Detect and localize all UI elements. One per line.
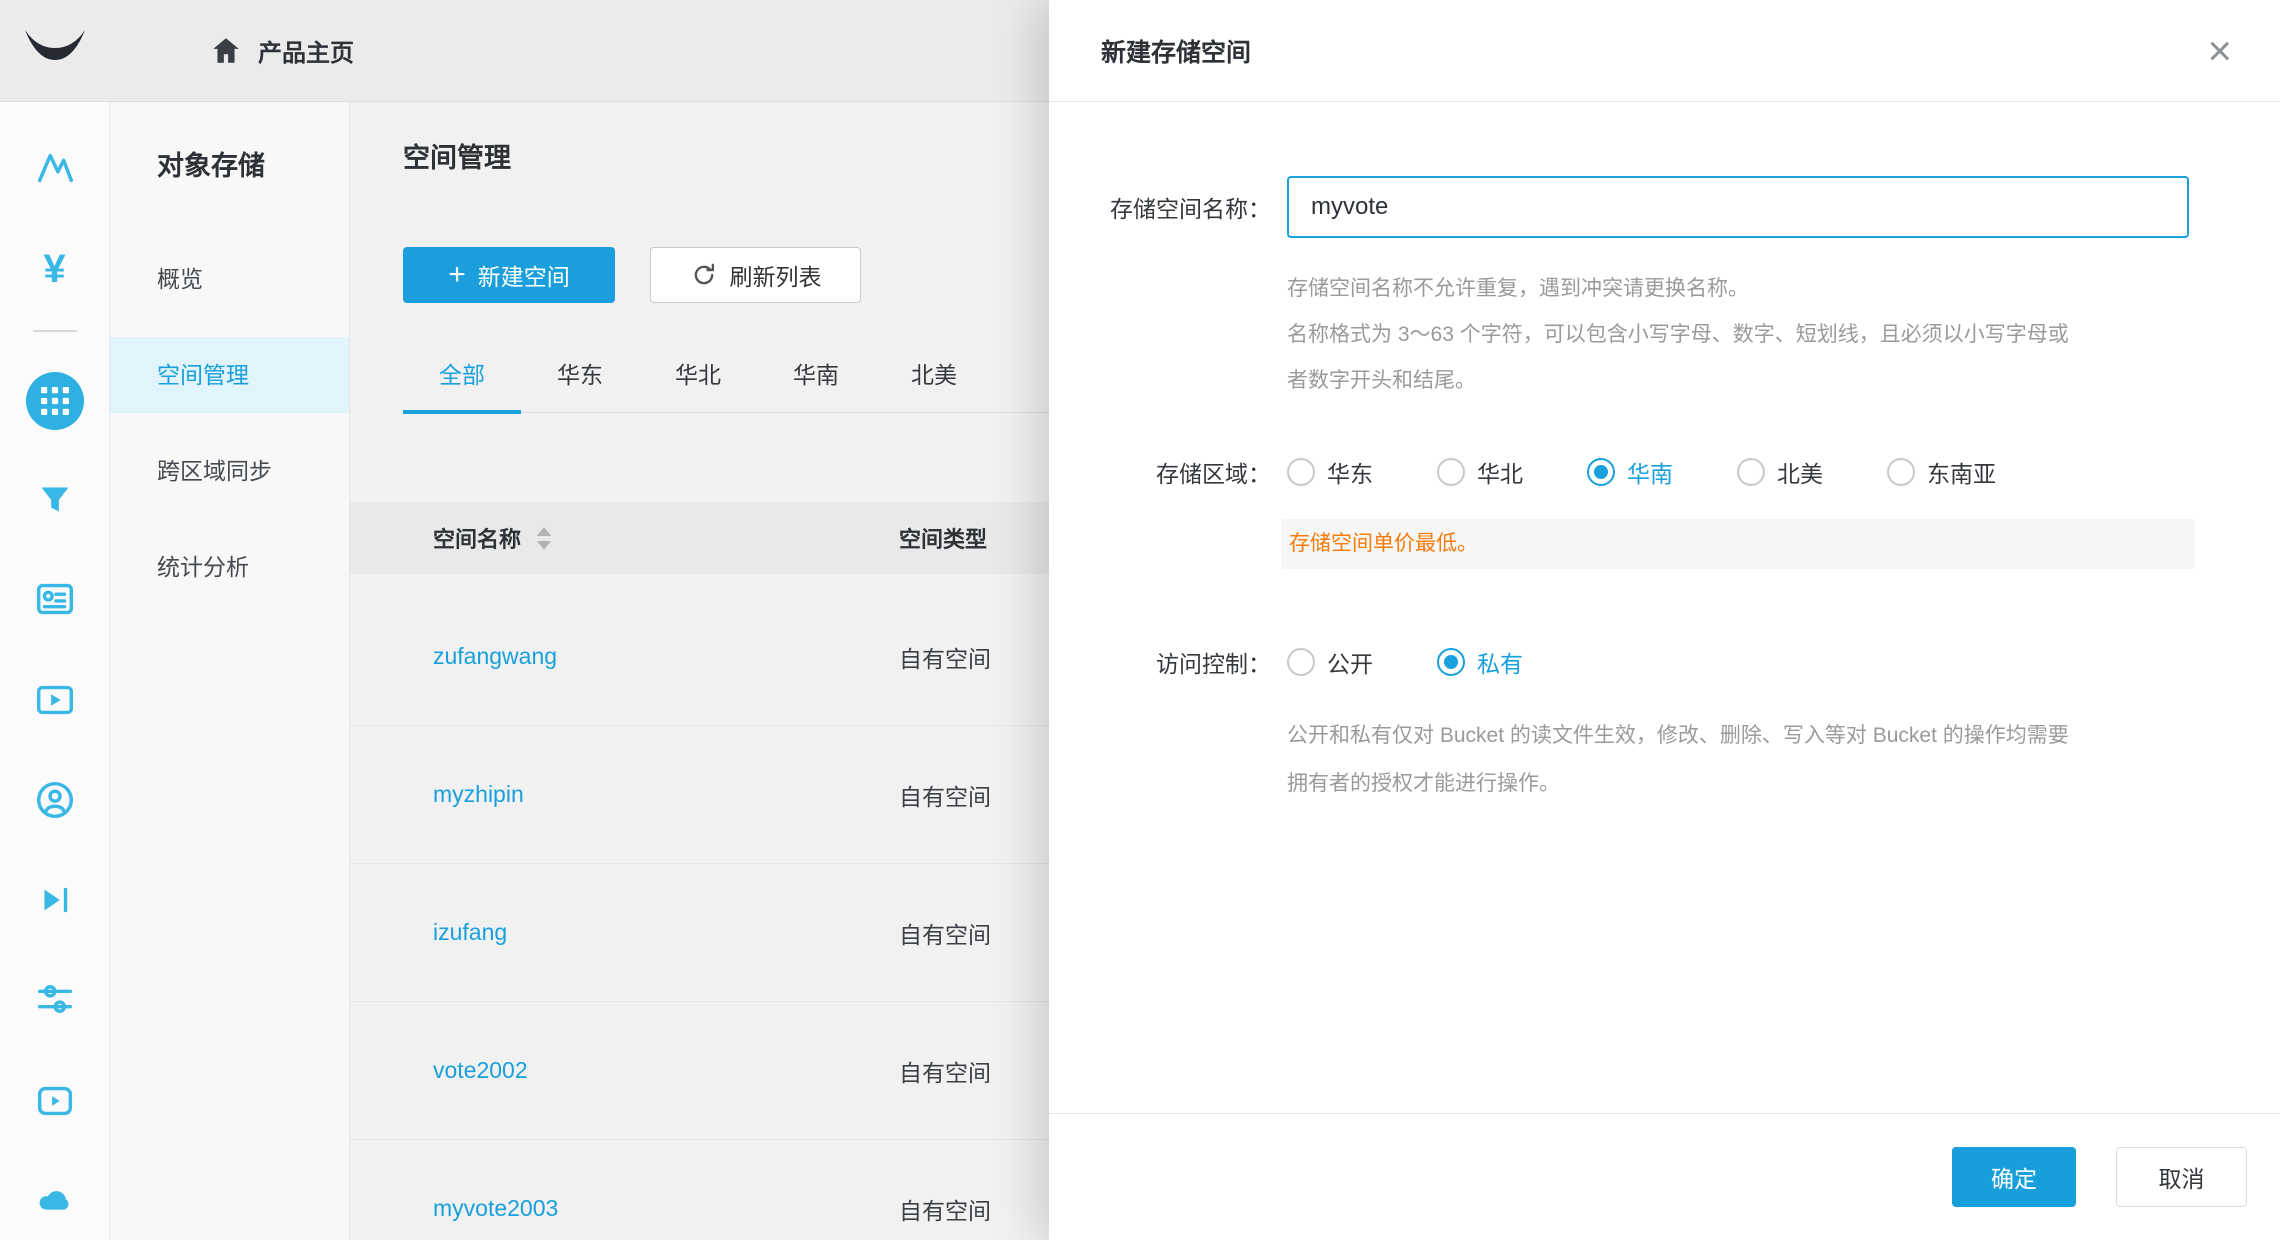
region-option-beimei[interactable]: 北美 (1737, 455, 1823, 489)
region-option-label: 华北 (1477, 455, 1523, 489)
tab-all[interactable]: 全部 (403, 356, 521, 414)
product-icon-rail: ¥ (0, 102, 110, 1240)
region-option-dongnanya[interactable]: 东南亚 (1887, 455, 1996, 489)
radio-unchecked-icon (1737, 458, 1765, 486)
access-radio-group: 公开 私有 (1287, 645, 1523, 679)
close-icon[interactable]: × (2207, 30, 2232, 72)
bucket-name-label: 存储空间名称： (1049, 190, 1271, 224)
rail-icon-pipeline[interactable] (32, 976, 78, 1022)
new-bucket-drawer: 新建存储空间 × 存储空间名称： 存储空间名称不允许重复，遇到冲突请更换名称。 … (1049, 0, 2280, 1240)
new-space-label: 新建空间 (478, 258, 570, 292)
refresh-label: 刷新列表 (730, 258, 822, 292)
home-icon (210, 35, 242, 67)
cancel-button[interactable]: 取消 (2116, 1147, 2247, 1207)
region-price-note: 存储空间单价最低。 (1281, 519, 2195, 569)
rail-icon-player[interactable] (32, 1078, 78, 1124)
drawer-header: 新建存储空间 × (1049, 0, 2280, 102)
rail-icon-avatar[interactable] (32, 777, 78, 823)
refresh-list-button[interactable]: 刷新列表 (650, 247, 861, 303)
tab-beimei[interactable]: 北美 (875, 356, 993, 412)
bucket-name-link[interactable]: zufangwang (433, 643, 899, 670)
rail-icon-cdn[interactable] (32, 476, 78, 522)
refresh-icon (690, 261, 718, 289)
radio-checked-icon (1437, 648, 1465, 676)
new-space-button[interactable]: + 新建空间 (403, 247, 615, 303)
access-option-public[interactable]: 公开 (1287, 645, 1373, 679)
rail-icon-media[interactable] (32, 677, 78, 723)
region-option-label: 北美 (1777, 455, 1823, 489)
access-option-label: 私有 (1477, 645, 1523, 679)
sidebar-item-statistics[interactable]: 统计分析 (110, 529, 349, 605)
access-option-label: 公开 (1327, 645, 1373, 679)
help-line-1: 存储空间名称不允许重复，遇到冲突请更换名称。 (1287, 266, 2280, 312)
object-storage-active-icon (26, 372, 84, 430)
rail-icon-certification[interactable] (32, 576, 78, 622)
tab-huanan[interactable]: 华南 (757, 356, 875, 412)
region-option-huanan-selected[interactable]: 华南 (1587, 455, 1673, 489)
rail-divider (33, 330, 77, 332)
yen-icon: ¥ (43, 246, 65, 292)
column-space-type-label: 空间类型 (899, 522, 987, 554)
object-storage-sidebar: 对象存储 概览 空间管理 跨区域同步 统计分析 (110, 102, 350, 1240)
plus-icon: + (448, 260, 466, 290)
radio-unchecked-icon (1287, 458, 1315, 486)
rail-icon-logo[interactable] (32, 144, 78, 190)
region-option-huabei[interactable]: 华北 (1437, 455, 1523, 489)
bucket-name-link[interactable]: myzhipin (433, 781, 899, 808)
rail-icon-finance[interactable]: ¥ (43, 246, 65, 292)
tab-huadong[interactable]: 华东 (521, 356, 639, 412)
column-space-name-label: 空间名称 (433, 522, 521, 554)
bucket-name-row: 存储空间名称： (1049, 176, 2280, 238)
region-row: 存储区域： 华东 华北 华南 (1049, 452, 2280, 492)
sidebar-item-space-management[interactable]: 空间管理 (110, 337, 349, 413)
brand-logo[interactable] (0, 28, 110, 74)
sidebar-title: 对象存储 (110, 102, 349, 183)
tab-huabei[interactable]: 华北 (639, 356, 757, 412)
rail-icon-object-storage[interactable] (26, 372, 84, 430)
drawer-body: 存储空间名称： 存储空间名称不允许重复，遇到冲突请更换名称。 名称格式为 3～6… (1049, 102, 2280, 808)
help-line-2: 名称格式为 3～63 个字符，可以包含小写字母、数字、短划线，且必须以小写字母或 (1287, 312, 2280, 358)
confirm-button[interactable]: 确定 (1952, 1147, 2076, 1207)
radio-unchecked-icon (1437, 458, 1465, 486)
app-screen: 产品主页 ¥ (0, 0, 2280, 1240)
drawer-title: 新建存储空间 (1101, 33, 2207, 69)
access-help-line-1: 公开和私有仅对 Bucket 的读文件生效，修改、删除、写入等对 Bucket … (1287, 712, 2280, 760)
access-help-line-2: 拥有者的授权才能进行操作。 (1287, 760, 2280, 808)
region-label: 存储区域： (1049, 455, 1271, 489)
qiniu-bull-logo-icon (23, 28, 87, 74)
region-option-huadong[interactable]: 华东 (1287, 455, 1373, 489)
region-option-label: 华南 (1627, 455, 1673, 489)
radio-checked-icon (1587, 458, 1615, 486)
drawer-footer: 确定 取消 (1049, 1113, 2280, 1240)
sort-icon[interactable] (537, 527, 551, 550)
sidebar-item-cross-region-sync[interactable]: 跨区域同步 (110, 433, 349, 509)
access-option-private-selected[interactable]: 私有 (1437, 645, 1523, 679)
radio-unchecked-icon (1887, 458, 1915, 486)
help-line-3: 者数字开头和结尾。 (1287, 358, 2280, 404)
sort-desc-icon (537, 541, 551, 550)
region-radio-group: 华东 华北 华南 北美 (1287, 455, 1996, 489)
rail-icon-video[interactable] (32, 877, 78, 923)
sort-asc-icon (537, 527, 551, 536)
bucket-name-link[interactable]: izufang (433, 919, 899, 946)
bucket-name-input[interactable] (1287, 176, 2189, 238)
page-title: 空间管理 (403, 136, 511, 175)
product-home-link[interactable]: 产品主页 (210, 33, 354, 68)
access-control-help: 公开和私有仅对 Bucket 的读文件生效，修改、删除、写入等对 Bucket … (1287, 712, 2280, 808)
sidebar-menu: 概览 空间管理 跨区域同步 统计分析 (110, 241, 349, 605)
rail-icon-cloud[interactable] (32, 1177, 78, 1223)
column-space-name[interactable]: 空间名称 (433, 522, 899, 554)
home-label: 产品主页 (258, 33, 354, 68)
toolbar: + 新建空间 刷新列表 (403, 247, 861, 303)
region-option-label: 华东 (1327, 455, 1373, 489)
sidebar-item-overview[interactable]: 概览 (110, 241, 349, 317)
radio-unchecked-icon (1287, 648, 1315, 676)
bucket-name-help: 存储空间名称不允许重复，遇到冲突请更换名称。 名称格式为 3～63 个字符，可以… (1287, 266, 2280, 404)
region-option-label: 东南亚 (1927, 455, 1996, 489)
access-control-row: 访问控制： 公开 私有 (1049, 642, 2280, 682)
access-control-label: 访问控制： (1049, 645, 1271, 679)
bucket-name-link[interactable]: vote2002 (433, 1057, 899, 1084)
bucket-name-link[interactable]: myvote2003 (433, 1195, 899, 1222)
